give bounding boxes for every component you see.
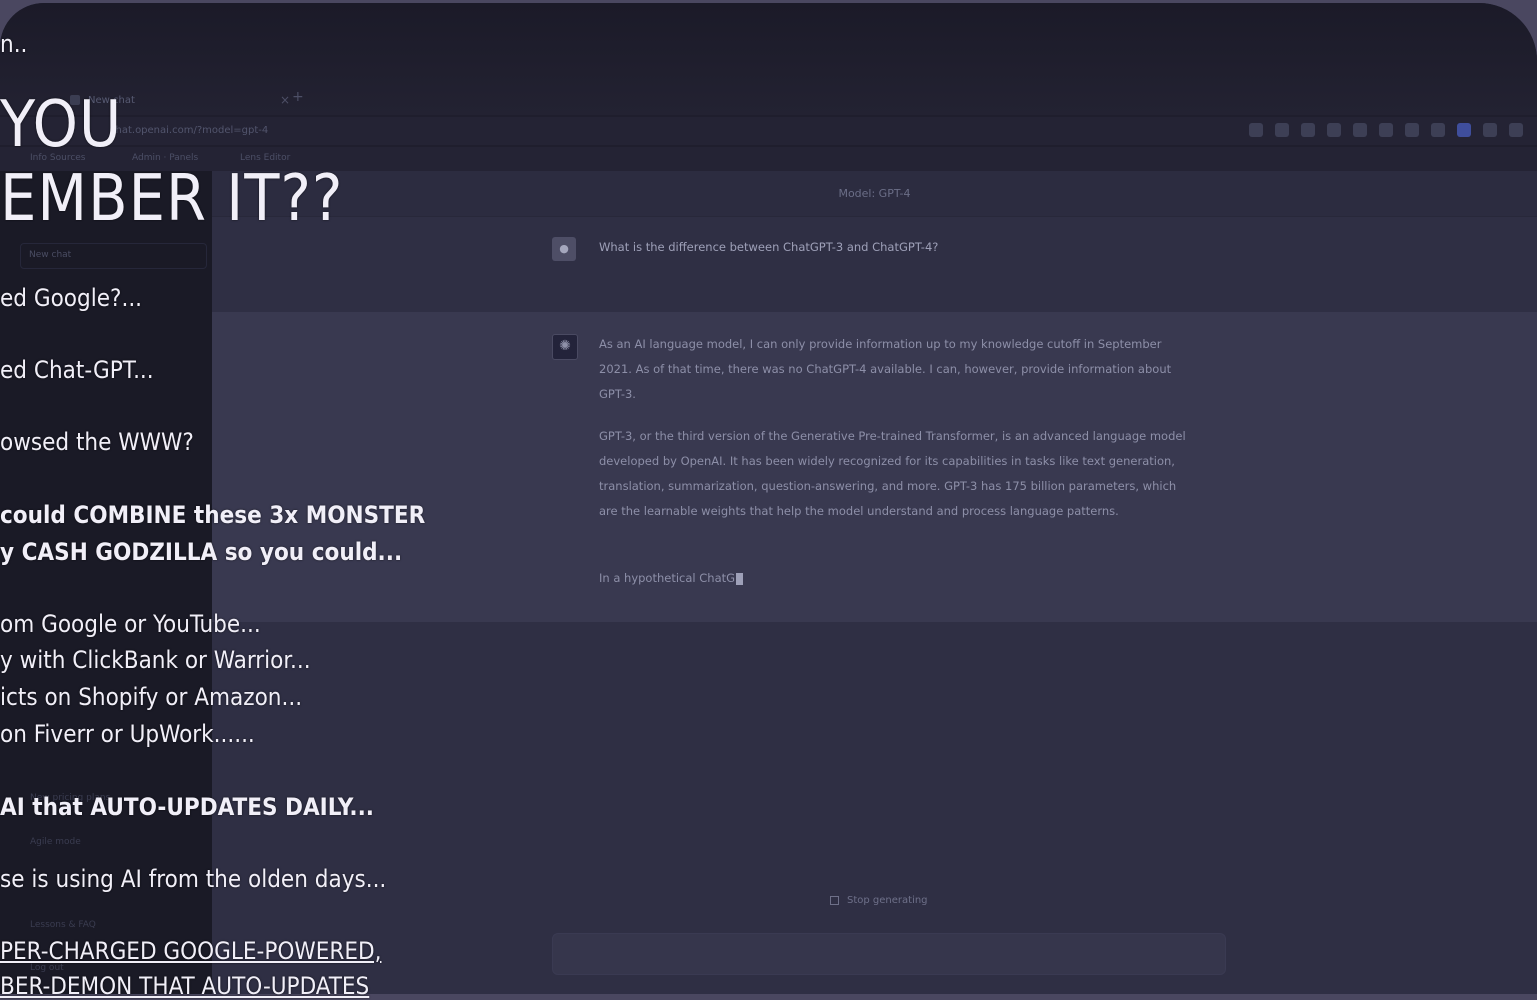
new-chat-label: New chat: [29, 250, 72, 260]
sidebar-item[interactable]: Lessons & FAQ: [30, 920, 96, 930]
laptop-screen: New chat × + chat.openai.com/?model=gpt-…: [0, 3, 1537, 994]
user-avatar: ●: [552, 237, 576, 261]
url-text[interactable]: chat.openai.com/?model=gpt-4: [110, 125, 268, 136]
stop-icon: [830, 896, 839, 905]
bookmark-item[interactable]: Admin · Panels: [132, 153, 198, 163]
extension-icons: [1249, 123, 1523, 137]
new-chat-button[interactable]: New chat: [20, 243, 207, 269]
bookmark-item[interactable]: Info Sources: [30, 153, 86, 163]
model-indicator: Model: GPT-4: [212, 171, 1537, 217]
extension-icon[interactable]: [1379, 123, 1393, 137]
new-tab-button[interactable]: +: [292, 89, 304, 105]
sidebar-item[interactable]: New pricing plans: [30, 793, 110, 803]
extension-icon[interactable]: [1405, 123, 1419, 137]
user-message: ● What is the difference between ChatGPT…: [212, 217, 1537, 312]
tab-close-icon[interactable]: ×: [280, 93, 290, 107]
openai-logo-icon: ✺: [552, 334, 578, 360]
browser-titlebar: New chat × +: [0, 3, 1537, 115]
browser-tab[interactable]: New chat ×: [70, 87, 290, 113]
browser-window: New chat × + chat.openai.com/?model=gpt-…: [0, 3, 1537, 994]
chat-main: Model: GPT-4 ● What is the difference be…: [212, 171, 1537, 994]
bookmark-star-icon[interactable]: [1275, 123, 1289, 137]
extension-icon[interactable]: [1353, 123, 1367, 137]
assistant-streaming-text: In a hypothetical ChatG: [599, 571, 736, 585]
sidebar-item[interactable]: Log out: [30, 963, 64, 973]
bookmark-item[interactable]: Lens Editor: [240, 153, 290, 163]
extension-icon[interactable]: [1457, 123, 1471, 137]
extension-icon[interactable]: [1327, 123, 1341, 137]
extension-icon[interactable]: [1301, 123, 1315, 137]
typing-cursor: [736, 572, 744, 585]
sidebar-item[interactable]: Agile mode: [30, 837, 81, 847]
message-input[interactable]: [552, 933, 1226, 975]
tab-title: New chat: [88, 94, 135, 106]
pin-icon[interactable]: [1431, 123, 1445, 137]
address-bar[interactable]: chat.openai.com/?model=gpt-4: [0, 117, 1537, 145]
assistant-message: ✺ As an AI language model, I can only pr…: [212, 312, 1537, 622]
assistant-paragraph: As an AI language model, I can only prov…: [599, 337, 1172, 401]
sidebar-toggle-icon[interactable]: [1509, 123, 1523, 137]
puzzle-icon[interactable]: [1483, 123, 1497, 137]
assistant-paragraph: GPT-3, or the third version of the Gener…: [599, 429, 1186, 518]
user-message-text: What is the difference between ChatGPT-3…: [599, 240, 939, 254]
chat-sidebar: New chat New pricing plans Agile mode Le…: [0, 171, 212, 994]
bookmarks-bar: Info Sources Admin · Panels Lens Editor: [0, 147, 1537, 171]
share-icon[interactable]: [1249, 123, 1263, 137]
chat-favicon-icon: [70, 95, 80, 105]
stop-generating-label: Stop generating: [847, 895, 928, 906]
stop-generating-button[interactable]: Stop generating: [830, 895, 928, 906]
model-label: Model: GPT-4: [838, 187, 911, 200]
assistant-paragraph-streaming: In a hypothetical ChatG: [599, 566, 1189, 591]
